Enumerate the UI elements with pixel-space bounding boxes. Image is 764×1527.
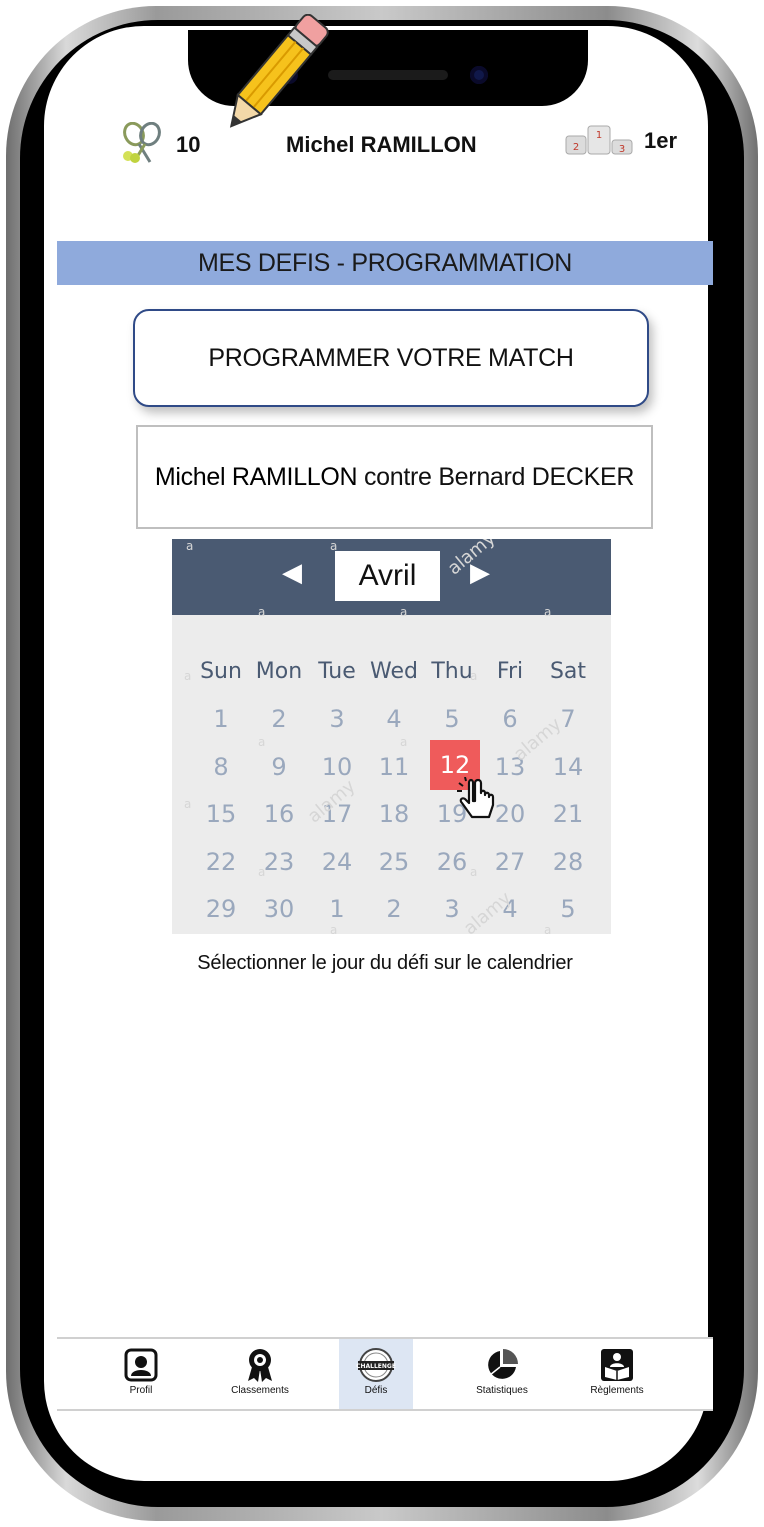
- calendar-day[interactable]: 5: [423, 705, 481, 733]
- watermark-mark: a: [258, 735, 266, 749]
- calendar-day[interactable]: 18: [365, 800, 423, 828]
- nav-reglements[interactable]: Règlements: [581, 1339, 653, 1409]
- watermark-mark: a: [470, 669, 478, 683]
- calendar-day[interactable]: 6: [481, 705, 539, 733]
- player-name: Michel RAMILLON: [286, 132, 477, 157]
- nav-label-profil: Profil: [129, 1385, 153, 1396]
- section-title: MES DEFIS - PROGRAMMATION: [57, 241, 713, 285]
- calendar-day[interactable]: 21: [539, 800, 597, 828]
- camera-icon: [470, 66, 488, 84]
- podium-second: 2: [573, 142, 579, 153]
- calendar-day[interactable]: 15: [192, 800, 250, 828]
- nav-label-classements: Classements: [231, 1385, 289, 1396]
- watermark-mark: a: [258, 865, 266, 879]
- calendar-day[interactable]: 5: [539, 895, 597, 923]
- player-rank: 1er: [644, 128, 678, 153]
- calendar-day[interactable]: 1: [308, 895, 366, 923]
- calendar: ◀ Avril ▶ Sun Mon Tue Wed Thu Fri Sat 1 2 3 4 5 6 7 8 9…: [172, 539, 611, 934]
- challenge-badge-icon: CHALLENGE: [356, 1348, 396, 1382]
- matchup-player1: Michel RAMILLON: [154, 463, 358, 491]
- watermark-mark: a: [400, 735, 408, 749]
- calendar-day[interactable]: 9: [250, 753, 308, 781]
- bottom-nav: Profil Classements CHALLENGE Défis Stati…: [57, 1337, 713, 1411]
- challenge-badge-text: CHALLENGE: [356, 1363, 396, 1370]
- watermark-mark: a: [258, 605, 266, 619]
- calendar-month: Avril: [335, 551, 440, 601]
- matchup-player2: Bernard DECKER: [438, 463, 635, 491]
- watermark-mark: a: [184, 797, 192, 811]
- calendar-day[interactable]: 29: [192, 895, 250, 923]
- calendar-header: ◀ Avril ▶: [172, 539, 611, 615]
- tennis-rackets-icon: [123, 122, 161, 163]
- watermark-mark: a: [330, 539, 338, 553]
- podium-first: 1: [596, 130, 602, 141]
- nav-classements[interactable]: Classements: [223, 1339, 297, 1409]
- nav-profil[interactable]: Profil: [105, 1339, 177, 1409]
- calendar-day[interactable]: 10: [308, 753, 366, 781]
- profile-icon: [124, 1348, 158, 1382]
- speaker-grille: [328, 70, 448, 80]
- nav-label-reglements: Règlements: [590, 1385, 644, 1396]
- watermark-mark: a: [184, 669, 192, 683]
- calendar-weekday-wed: Wed: [370, 659, 418, 684]
- calendar-day[interactable]: 24: [308, 848, 366, 876]
- pie-chart-icon: [488, 1349, 518, 1379]
- calendar-day[interactable]: 25: [365, 848, 423, 876]
- nav-label-defis: Défis: [364, 1385, 388, 1396]
- player-score: 10: [176, 132, 201, 157]
- nav-label-statistiques: Statistiques: [476, 1385, 528, 1396]
- calendar-day[interactable]: 30: [250, 895, 308, 923]
- prev-month-button[interactable]: ◀: [282, 557, 302, 588]
- watermark-mark: a: [544, 923, 552, 934]
- calendar-weekday-sat: Sat: [549, 659, 587, 684]
- calendar-weekday-sun: Sun: [200, 659, 242, 684]
- calendar-instruction: Sélectionner le jour du défi sur le cale…: [197, 952, 573, 974]
- calendar-weekday-mon: Mon: [255, 659, 303, 684]
- calendar-day[interactable]: 3: [308, 705, 366, 733]
- podium-icon: 2 1 3: [565, 125, 633, 155]
- calendar-weekday-fri: Fri: [496, 659, 524, 684]
- calendar-weekday-tue: Tue: [318, 659, 356, 684]
- nav-defis[interactable]: CHALLENGE Défis: [339, 1339, 413, 1409]
- rulebook-icon: [601, 1349, 633, 1381]
- pointer-hand-icon: [457, 777, 495, 819]
- calendar-day[interactable]: 1: [192, 705, 250, 733]
- calendar-day[interactable]: 4: [365, 705, 423, 733]
- calendar-day[interactable]: 14: [539, 753, 597, 781]
- calendar-day[interactable]: 22: [192, 848, 250, 876]
- matchup-versus: contre: [363, 463, 432, 491]
- calendar-day[interactable]: 11: [365, 753, 423, 781]
- calendar-day[interactable]: 8: [192, 753, 250, 781]
- podium-third: 3: [619, 144, 625, 155]
- watermark-mark: a: [544, 605, 552, 619]
- schedule-match-button[interactable]: PROGRAMMER VOTRE MATCH: [133, 309, 649, 407]
- calendar-day[interactable]: 16: [250, 800, 308, 828]
- watermark-mark: a: [400, 605, 408, 619]
- calendar-day[interactable]: 2: [365, 895, 423, 923]
- watermark-mark: a: [470, 865, 478, 879]
- nav-statistiques[interactable]: Statistiques: [465, 1339, 539, 1409]
- calendar-day[interactable]: 27: [481, 848, 539, 876]
- ribbon-icon: [248, 1349, 272, 1382]
- watermark-mark: a: [330, 923, 338, 934]
- pencil-edit-icon[interactable]: [210, 14, 340, 134]
- matchup-box: Michel RAMILLON contre Bernard DECKER: [136, 425, 653, 529]
- calendar-day[interactable]: 2: [250, 705, 308, 733]
- calendar-day[interactable]: 28: [539, 848, 597, 876]
- watermark-mark: a: [186, 539, 194, 553]
